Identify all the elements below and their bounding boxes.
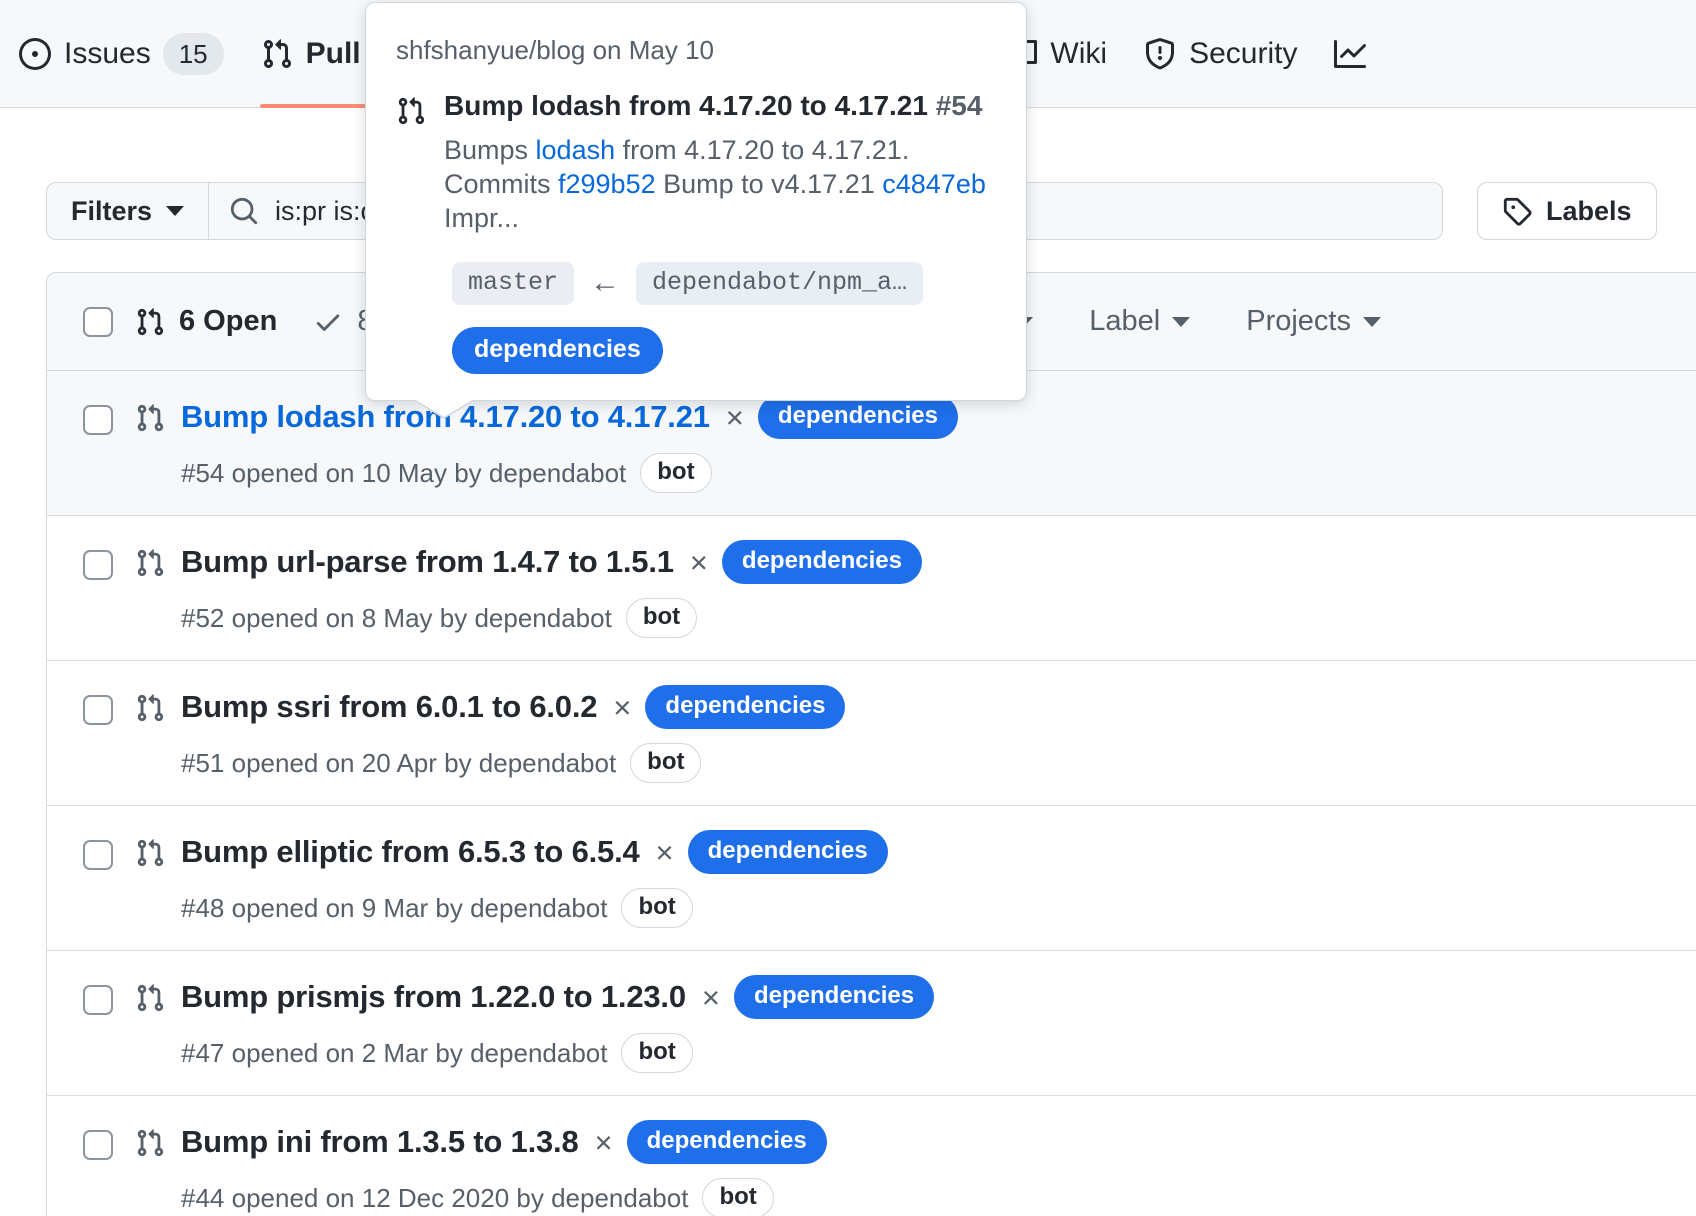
bot-badge: bot — [621, 888, 692, 928]
row-checkbox[interactable] — [83, 550, 113, 580]
label-badge[interactable]: dependencies — [758, 395, 958, 439]
tag-icon — [1502, 196, 1532, 226]
hovercard-repo-line: shfshanyue/blog on May 10 — [396, 35, 996, 66]
hovercard-commit-link-1[interactable]: f299b52 — [558, 169, 656, 199]
hovercard-desc-prefix: Bumps — [444, 135, 536, 165]
nav-item-label: Wiki — [1050, 37, 1107, 71]
close-icon[interactable]: × — [656, 837, 674, 868]
hovercard-desc-mid2: Bump to v4.17.21 — [656, 169, 883, 199]
nav-item-security[interactable]: Security — [1125, 0, 1315, 108]
label-badge[interactable]: dependencies — [645, 685, 845, 729]
chevron-down-icon — [1172, 317, 1190, 327]
pr-title-link[interactable]: Bump url-parse from 1.4.7 to 1.5.1 — [181, 544, 674, 580]
hovercard-labels: dependencies — [452, 327, 996, 374]
pr-meta: #47 opened on 2 Mar by dependabot — [181, 1038, 607, 1069]
close-icon[interactable]: × — [690, 547, 708, 578]
row-checkbox[interactable] — [83, 695, 113, 725]
chevron-down-icon — [166, 206, 184, 216]
git-pull-request-icon — [260, 37, 294, 71]
close-icon[interactable]: × — [702, 982, 720, 1013]
pr-meta: #51 opened on 20 Apr by dependabot — [181, 748, 616, 779]
hovercard-title[interactable]: Bump lodash from 4.17.20 to 4.17.21 — [444, 90, 928, 121]
git-pull-request-icon — [135, 838, 165, 873]
git-pull-request-icon — [135, 548, 165, 583]
hovercard-number: #54 — [936, 90, 983, 121]
git-pull-request-icon — [135, 693, 165, 728]
git-pull-request-icon — [135, 1128, 165, 1163]
hovercard-commit-link-2[interactable]: c4847eb — [882, 169, 986, 199]
label-badge[interactable]: dependencies — [734, 975, 934, 1019]
bot-badge: bot — [630, 743, 701, 783]
table-row[interactable]: Bump elliptic from 6.5.3 to 6.5.4 × depe… — [47, 806, 1696, 951]
select-all-checkbox[interactable] — [83, 307, 113, 337]
label-badge[interactable]: dependencies — [722, 540, 922, 584]
open-count-label: 6 Open — [179, 305, 277, 338]
close-icon[interactable]: × — [595, 1127, 613, 1158]
filters-button-label: Filters — [71, 196, 152, 227]
nav-item-issues[interactable]: Issues 15 — [0, 0, 242, 108]
hovercard-description: Bumps lodash from 4.17.20 to 4.17.21. Co… — [444, 134, 996, 235]
pull-request-hovercard: shfshanyue/blog on May 10 Bump lodash fr… — [365, 2, 1027, 401]
label-dropdown-label: Label — [1089, 305, 1160, 338]
pr-title-link[interactable]: Bump prismjs from 1.22.0 to 1.23.0 — [181, 979, 686, 1015]
labels-button[interactable]: Labels — [1477, 182, 1657, 240]
bot-badge: bot — [702, 1178, 773, 1216]
open-filter[interactable]: 6 Open — [135, 305, 277, 338]
bot-badge: bot — [621, 1033, 692, 1073]
pr-meta: #54 opened on 10 May by dependabot — [181, 458, 626, 489]
close-icon[interactable]: × — [726, 402, 744, 433]
check-icon — [313, 307, 343, 337]
issues-counter: 15 — [163, 33, 224, 75]
pr-title-link[interactable]: Bump elliptic from 6.5.3 to 6.5.4 — [181, 834, 640, 870]
chevron-down-icon — [1363, 317, 1381, 327]
git-pull-request-icon — [135, 403, 165, 438]
filters-button[interactable]: Filters — [46, 182, 208, 240]
arrow-left-icon: ← — [590, 268, 620, 298]
graph-icon — [1333, 37, 1367, 71]
nav-item-insights[interactable] — [1315, 0, 1367, 108]
projects-dropdown-label: Projects — [1246, 305, 1351, 338]
label-badge[interactable]: dependencies — [627, 1120, 827, 1164]
git-pull-request-icon — [135, 983, 165, 1018]
pr-meta: #48 opened on 9 Mar by dependabot — [181, 893, 607, 924]
label-dropdown[interactable]: Label — [1089, 305, 1190, 338]
hovercard-package-link[interactable]: lodash — [536, 135, 616, 165]
bot-badge: bot — [626, 598, 697, 638]
base-branch-chip: master — [452, 262, 574, 305]
search-icon — [229, 196, 259, 226]
row-checkbox[interactable] — [83, 405, 113, 435]
hovercard-label-badge[interactable]: dependencies — [452, 327, 663, 374]
pr-meta: #52 opened on 8 May by dependabot — [181, 603, 612, 634]
close-icon[interactable]: × — [613, 692, 631, 723]
pull-request-list: 6 Open 8 Closed Author Label — [46, 272, 1696, 1216]
git-pull-request-icon — [396, 96, 426, 236]
table-row[interactable]: Bump url-parse from 1.4.7 to 1.5.1 × dep… — [47, 516, 1696, 661]
row-checkbox[interactable] — [83, 1130, 113, 1160]
pr-meta: #44 opened on 12 Dec 2020 by dependabot — [181, 1183, 688, 1214]
hovercard-desc-suffix: Impr... — [444, 203, 519, 233]
head-branch-chip: dependabot/npm_a… — [636, 262, 923, 305]
nav-item-label: Issues — [64, 37, 151, 71]
bot-badge: bot — [640, 453, 711, 493]
git-pull-request-icon — [135, 307, 165, 337]
pr-title-link[interactable]: Bump ini from 1.3.5 to 1.3.8 — [181, 1124, 579, 1160]
hovercard-branches: master ← dependabot/npm_a… — [452, 262, 996, 305]
projects-dropdown[interactable]: Projects — [1246, 305, 1381, 338]
row-checkbox[interactable] — [83, 985, 113, 1015]
table-row[interactable]: Bump prismjs from 1.22.0 to 1.23.0 × dep… — [47, 951, 1696, 1096]
nav-item-label: Security — [1189, 37, 1297, 71]
labels-button-label: Labels — [1546, 196, 1632, 227]
pr-title-link[interactable]: Bump ssri from 6.0.1 to 6.0.2 — [181, 689, 597, 725]
table-row[interactable]: Bump ssri from 6.0.1 to 6.0.2 × dependen… — [47, 661, 1696, 806]
table-row[interactable]: Bump ini from 1.3.5 to 1.3.8 × dependenc… — [47, 1096, 1696, 1216]
shield-icon — [1143, 37, 1177, 71]
row-checkbox[interactable] — [83, 840, 113, 870]
label-badge[interactable]: dependencies — [688, 830, 888, 874]
issue-opened-icon — [18, 37, 52, 71]
github-pull-requests-page: Issues 15 Pull requests Projects Wiki Se… — [0, 0, 1696, 1216]
